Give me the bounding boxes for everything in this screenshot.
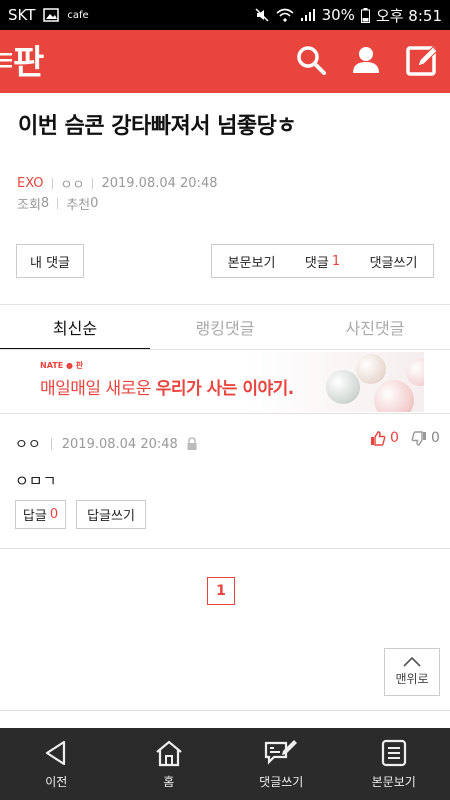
- divider: [50, 438, 52, 450]
- views-count: 8: [40, 196, 50, 211]
- post-author: ㅇㅇ: [60, 178, 85, 193]
- comment-datetime: 2019.08.04 20:48: [61, 436, 178, 452]
- ad-banner[interactable]: NATE ● 판 매일매일 새로운 우리가 사는 이야기.: [26, 352, 424, 412]
- nav-prev[interactable]: 이전: [0, 728, 113, 800]
- write-comment-label: 댓글쓰기: [369, 255, 418, 271]
- divider: [57, 198, 59, 209]
- my-comments-button[interactable]: 내 댓글: [16, 244, 84, 278]
- pearl-decoration: [406, 358, 424, 386]
- comments-count: 1: [331, 253, 341, 269]
- write-comment-button[interactable]: 댓글쓰기: [354, 244, 434, 278]
- cafe-notification: cafe: [67, 9, 89, 21]
- pearl-decoration: [374, 380, 414, 412]
- clock: 오후 8:51: [375, 6, 442, 25]
- comment-meta: ㅇㅇ 2019.08.04 20:48: [15, 434, 198, 454]
- thumbs-down-icon: [411, 430, 426, 446]
- post-category[interactable]: EXO: [17, 176, 44, 191]
- tab-latest[interactable]: 최신순: [0, 305, 150, 350]
- tab-photo-label: 사진댓글: [345, 319, 405, 338]
- divider: [51, 178, 53, 189]
- views-label: 조회: [17, 198, 41, 213]
- mute-icon: [255, 8, 269, 22]
- thumbs-up-icon: [371, 430, 386, 446]
- comments-label: 댓글: [304, 255, 329, 271]
- page-number-current[interactable]: 1: [207, 577, 235, 605]
- banner-text: 매일매일 새로운 우리가 사는 이야기.: [40, 374, 294, 399]
- tab-latest-label: 최신순: [52, 319, 98, 338]
- search-icon[interactable]: [293, 42, 329, 78]
- reply-button[interactable]: 답글 0: [15, 500, 66, 529]
- tab-photo[interactable]: 사진댓글: [300, 305, 450, 349]
- comment-body: ㅇㅁㄱ: [15, 472, 57, 490]
- lock-icon: [187, 437, 197, 450]
- post-meta: EXO ㅇㅇ 2019.08.04 20:48: [17, 174, 217, 193]
- back-triangle-icon: [46, 740, 66, 765]
- downvote-button[interactable]: 0: [411, 430, 440, 446]
- scroll-top-label: 맨위로: [395, 672, 429, 686]
- banner-text-bold: 우리가 사는 이야기.: [155, 379, 294, 399]
- view-post-label: 본문보기: [227, 255, 276, 271]
- post-stats: 조회 8 추천 0: [17, 194, 98, 213]
- pearl-decoration: [356, 354, 386, 384]
- divider: [0, 413, 450, 414]
- my-comments-label: 내 댓글: [29, 255, 70, 271]
- nav-home-label: 홈: [163, 774, 175, 789]
- reply-write-button[interactable]: 답글쓰기: [76, 500, 146, 529]
- app-header: 판: [0, 30, 450, 93]
- likes-count: 0: [90, 196, 99, 211]
- write-icon[interactable]: [404, 42, 440, 78]
- comment-author: ㅇㅇ: [15, 437, 41, 453]
- status-bar: SKT cafe 30% 오후 8:51: [0, 0, 450, 30]
- battery-icon: [360, 7, 370, 23]
- post-datetime: 2019.08.04 20:48: [101, 176, 218, 191]
- gallery-icon: [43, 8, 60, 22]
- upvote-count: 0: [390, 430, 399, 446]
- tab-ranking[interactable]: 랭킹댓글: [150, 305, 300, 349]
- nav-view-post-label: 본문보기: [371, 774, 416, 789]
- svg-text:판: 판: [13, 43, 44, 83]
- divider: [0, 349, 450, 350]
- nav-write-comment-label: 댓글쓰기: [259, 774, 304, 789]
- signal-icon: [300, 9, 315, 21]
- post-title: 이번 슴콘 강타빠져서 넘좋당ㅎ: [18, 114, 297, 139]
- upvote-button[interactable]: 0: [370, 430, 399, 446]
- nav-write-comment[interactable]: 댓글쓰기: [225, 728, 338, 800]
- document-icon: [381, 739, 406, 766]
- pearl-decoration: [326, 370, 360, 404]
- comments-button[interactable]: 댓글 1: [291, 244, 355, 278]
- bottom-nav: 이전 홈 댓글쓰기 본문보기: [0, 728, 450, 800]
- reply-write-label: 답글쓰기: [87, 509, 135, 524]
- reply-label: 답글: [22, 509, 47, 524]
- banner-text-plain: 매일매일 새로운: [40, 379, 156, 399]
- divider: [0, 548, 450, 549]
- carrier-label: SKT: [8, 6, 36, 24]
- battery-percent: 30%: [321, 6, 355, 24]
- banner-brand: NATE ● 판: [40, 361, 84, 370]
- comment-edit-icon: [265, 739, 298, 765]
- nav-view-post[interactable]: 본문보기: [338, 728, 450, 800]
- tab-ranking-label: 랭킹댓글: [195, 319, 255, 338]
- comment-tabs: 최신순 랭킹댓글 사진댓글: [0, 305, 450, 350]
- chevron-up-icon: [403, 657, 421, 667]
- pann-logo[interactable]: 판: [0, 36, 60, 84]
- reply-count: 0: [49, 507, 59, 522]
- view-post-button[interactable]: 본문보기: [211, 244, 292, 278]
- scroll-top-button[interactable]: 맨위로: [384, 648, 440, 696]
- home-icon: [156, 740, 182, 766]
- likes-label: 추천: [66, 198, 91, 213]
- downvote-count: 0: [431, 430, 440, 446]
- user-icon[interactable]: [348, 42, 384, 78]
- divider: [0, 710, 450, 711]
- nav-prev-label: 이전: [45, 774, 68, 789]
- wifi-icon: [276, 8, 294, 22]
- nav-home[interactable]: 홈: [113, 728, 226, 800]
- divider: [92, 178, 94, 189]
